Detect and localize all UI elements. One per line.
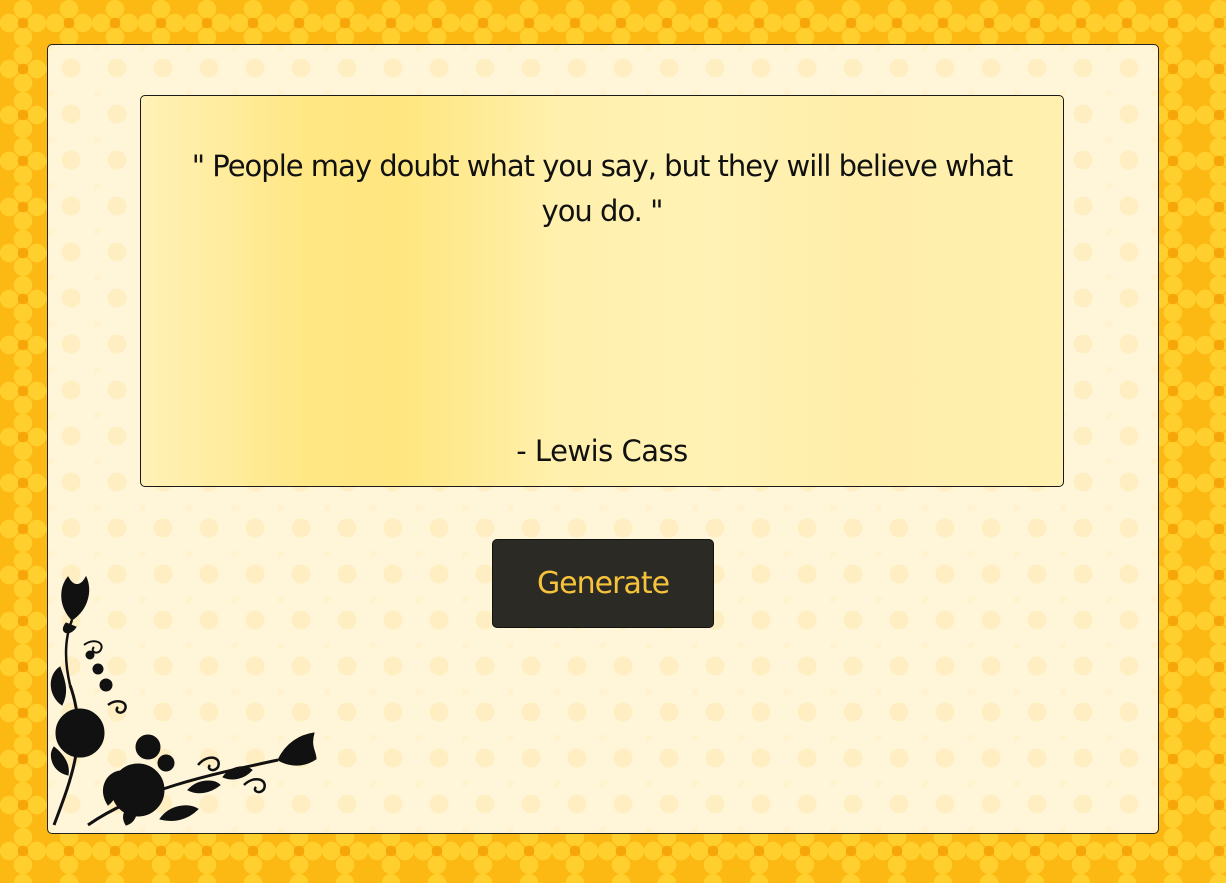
quote-text: " People may doubt what you say, but the… (191, 149, 1014, 228)
floral-corner-icon (50, 575, 317, 827)
quote-card: " People may doubt what you say, but the… (140, 95, 1064, 487)
generate-button[interactable]: Generate (492, 539, 714, 628)
quote-author: - Lewis Cass (516, 434, 688, 468)
quote-generator-panel: " People may doubt what you say, but the… (47, 44, 1159, 834)
